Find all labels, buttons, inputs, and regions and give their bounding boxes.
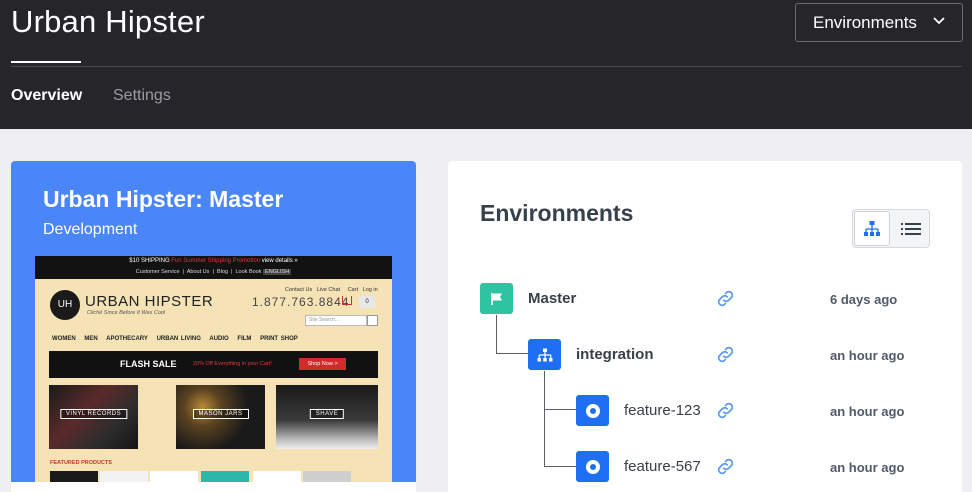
circle-dot-icon <box>585 459 600 474</box>
cart-icon <box>342 296 352 305</box>
preview-nav-item: MEN <box>84 336 98 342</box>
link-icon[interactable] <box>715 456 736 477</box>
preview-link: Cart <box>347 287 359 293</box>
preview-nav: WOMEN MEN APOTHECARY URBAN LIVING AUDIO … <box>52 336 304 342</box>
circle-dot-icon <box>585 403 600 418</box>
preview-product-thumb <box>150 471 198 482</box>
hierarchy-icon <box>537 348 552 361</box>
link-icon[interactable] <box>715 400 736 421</box>
link-icon[interactable] <box>715 288 736 309</box>
environment-updated-integration: an hour ago <box>830 348 905 363</box>
preview-flash-text: 20% Off Everything in your Cart! <box>193 361 272 367</box>
preview-tagline: Cliché Since Before It Was Cool <box>87 310 166 316</box>
tree-connector <box>544 466 576 467</box>
environment-updated-feature-567: an hour ago <box>830 460 905 475</box>
environment-node-integration[interactable] <box>528 339 561 370</box>
preview-shipping-banner: $10 SHIPPING Fun Summer Shipping Promoti… <box>35 258 392 264</box>
project-card-footer <box>11 482 416 492</box>
preview-cart-count: 0 <box>359 296 375 308</box>
preview-link: Blog <box>216 269 228 275</box>
preview-link: Live Chat <box>316 287 341 293</box>
preview-language: ENGLISH <box>263 269 292 275</box>
app-title: Urban Hipster <box>11 4 205 39</box>
preview-link: Look Book <box>235 269 262 275</box>
environment-node-feature-123[interactable] <box>576 395 609 426</box>
preview-flash-sale-banner: FLASH SALE 20% Off Everything in your Ca… <box>49 351 378 378</box>
preview-search-input: Site Search... <box>305 315 367 326</box>
environments-panel: Environments Master 6 days ago integrati… <box>448 161 962 492</box>
search-icon <box>367 315 378 326</box>
preview-link: About Us <box>186 269 210 275</box>
preview-logo: UH <box>50 290 80 320</box>
preview-shop-now-button: Shop Now > <box>299 358 346 370</box>
preview-contact-links: Contact Us Live Chat Cart Log in <box>285 287 378 293</box>
tab-settings[interactable]: Settings <box>113 87 171 105</box>
tree-connector <box>496 353 528 354</box>
preview-flash-title: FLASH SALE <box>120 359 177 369</box>
environment-updated-master: 6 days ago <box>830 292 898 307</box>
preview-shipping-promo: Fun Summer Shipping Promotion <box>171 258 261 264</box>
preview-shipping-details: view details » <box>261 258 298 264</box>
preview-category-label: SHAVE <box>309 409 345 419</box>
preview-category-label: VINYL RECORDS <box>59 409 128 419</box>
preview-nav-item: APOTHECARY <box>106 336 148 342</box>
top-header: Urban Hipster Environments Overview Sett… <box>0 0 972 129</box>
preview-product-thumb <box>201 471 249 482</box>
preview-nav-item: FILM <box>237 336 252 342</box>
preview-phone: 1.877.763.8844 <box>252 295 350 309</box>
environment-name-feature-567[interactable]: feature-567 <box>624 458 701 475</box>
list-view-button[interactable] <box>893 211 929 246</box>
preview-top-links: Customer Service | About Us | Blog | Loo… <box>135 269 292 275</box>
preview-link: Log in <box>362 287 378 293</box>
preview-category-label: MASON JARS <box>192 409 249 419</box>
flag-icon <box>490 292 502 305</box>
preview-product-thumb <box>50 471 98 482</box>
site-preview-thumbnail: $10 SHIPPING Fun Summer Shipping Promoti… <box>35 256 392 482</box>
preview-product-thumb <box>303 471 351 482</box>
environment-updated-feature-123: an hour ago <box>830 404 905 419</box>
project-title: Urban Hipster: Master <box>43 186 284 212</box>
environments-heading: Environments <box>480 200 634 226</box>
chevron-down-icon <box>933 17 945 25</box>
preview-shipping-text: $10 SHIPPING <box>129 258 170 264</box>
preview-brand: URBAN HIPSTER <box>85 293 214 310</box>
tree-connector <box>544 371 545 466</box>
environment-name-integration[interactable]: integration <box>576 346 654 363</box>
tree-connector <box>496 315 497 353</box>
preview-nav-item: PRINT SHOP <box>260 336 298 342</box>
tab-overview[interactable]: Overview <box>11 87 82 105</box>
preview-nav-item: AUDIO <box>209 336 229 342</box>
preview-link: Contact Us <box>285 287 313 293</box>
environment-name-master[interactable]: Master <box>528 290 576 307</box>
list-view-icon <box>901 222 921 235</box>
header-divider <box>11 66 962 67</box>
tree-view-icon <box>864 220 880 236</box>
preview-featured-label: FEATURED PRODUCTS <box>50 460 112 466</box>
view-mode-toggle <box>852 209 930 248</box>
preview-nav-item: WOMEN <box>52 336 76 342</box>
project-card[interactable]: Urban Hipster: Master Development $10 SH… <box>11 161 416 492</box>
preview-product-thumb <box>253 471 301 482</box>
environments-dropdown-label: Environments <box>813 12 917 32</box>
environment-node-master[interactable] <box>480 283 513 314</box>
preview-category-tile: SHAVE <box>276 385 378 449</box>
environment-node-feature-567[interactable] <box>576 451 609 482</box>
project-environment-type: Development <box>43 221 138 238</box>
environment-name-feature-123[interactable]: feature-123 <box>624 402 701 419</box>
title-underline <box>11 61 81 63</box>
preview-link: Customer Service <box>135 269 180 275</box>
environments-dropdown[interactable]: Environments <box>795 3 963 42</box>
link-icon[interactable] <box>715 344 736 365</box>
preview-nav-item: URBAN LIVING <box>156 336 201 342</box>
preview-product-thumb <box>100 471 148 482</box>
tree-view-button[interactable] <box>854 211 890 246</box>
preview-category-tile: VINYL RECORDS <box>49 385 138 449</box>
tree-connector <box>544 409 576 410</box>
preview-topbar: $10 SHIPPING Fun Summer Shipping Promoti… <box>35 256 392 279</box>
preview-category-tile: MASON JARS <box>176 385 265 449</box>
